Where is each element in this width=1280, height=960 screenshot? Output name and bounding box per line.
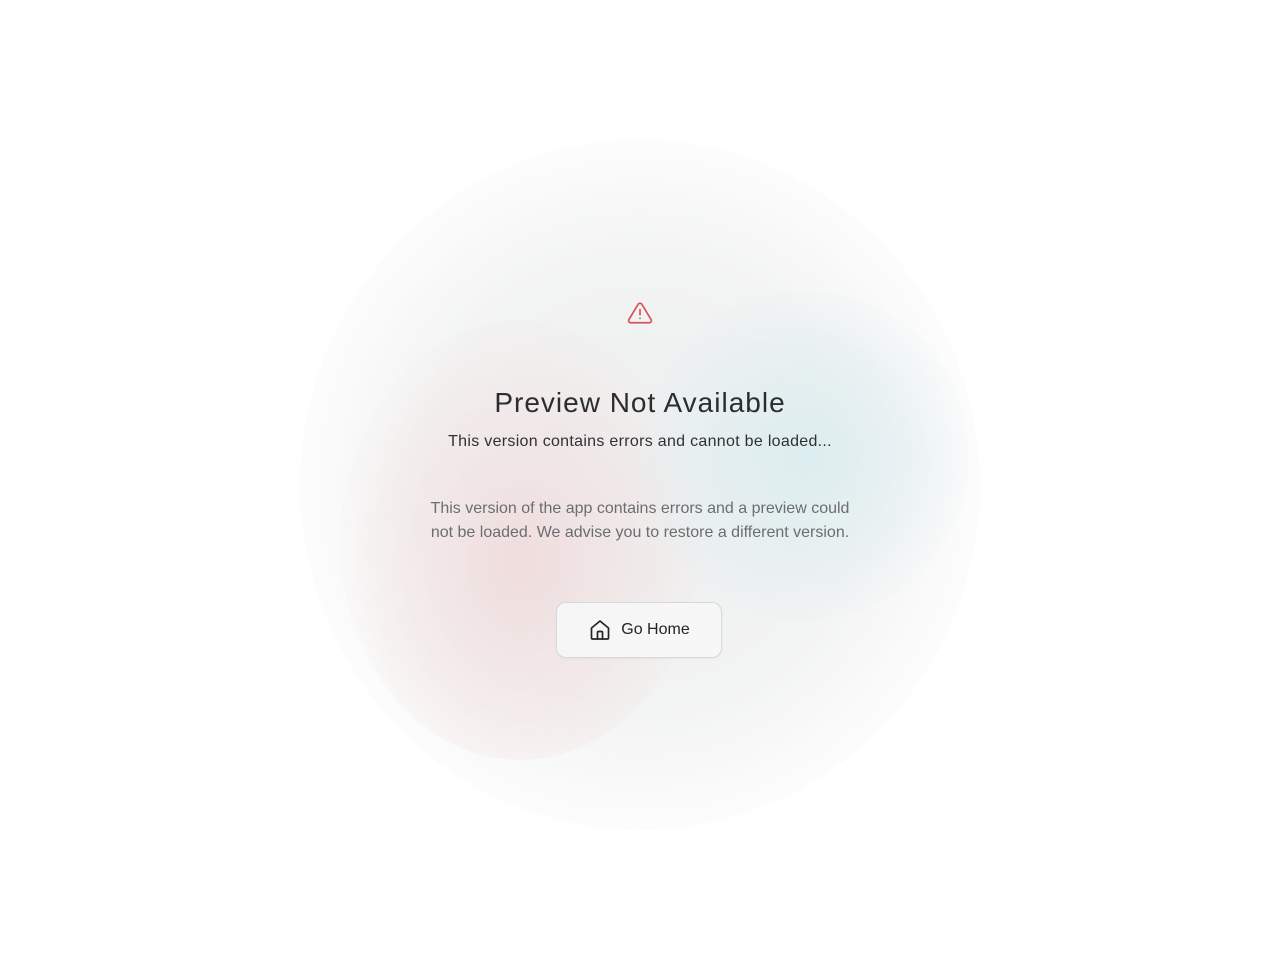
go-home-label: Go Home xyxy=(621,621,690,638)
home-icon xyxy=(588,618,612,642)
page-title: Preview Not Available xyxy=(494,387,786,418)
warning-triangle-icon xyxy=(627,300,653,326)
error-page: Preview Not Available This version conta… xyxy=(0,0,1280,960)
error-description: This version of the app contains errors … xyxy=(430,500,850,541)
page-subtitle: This version contains errors and cannot … xyxy=(448,433,832,450)
error-content: Preview Not Available This version conta… xyxy=(0,0,1280,960)
go-home-button[interactable]: Go Home xyxy=(556,602,722,658)
